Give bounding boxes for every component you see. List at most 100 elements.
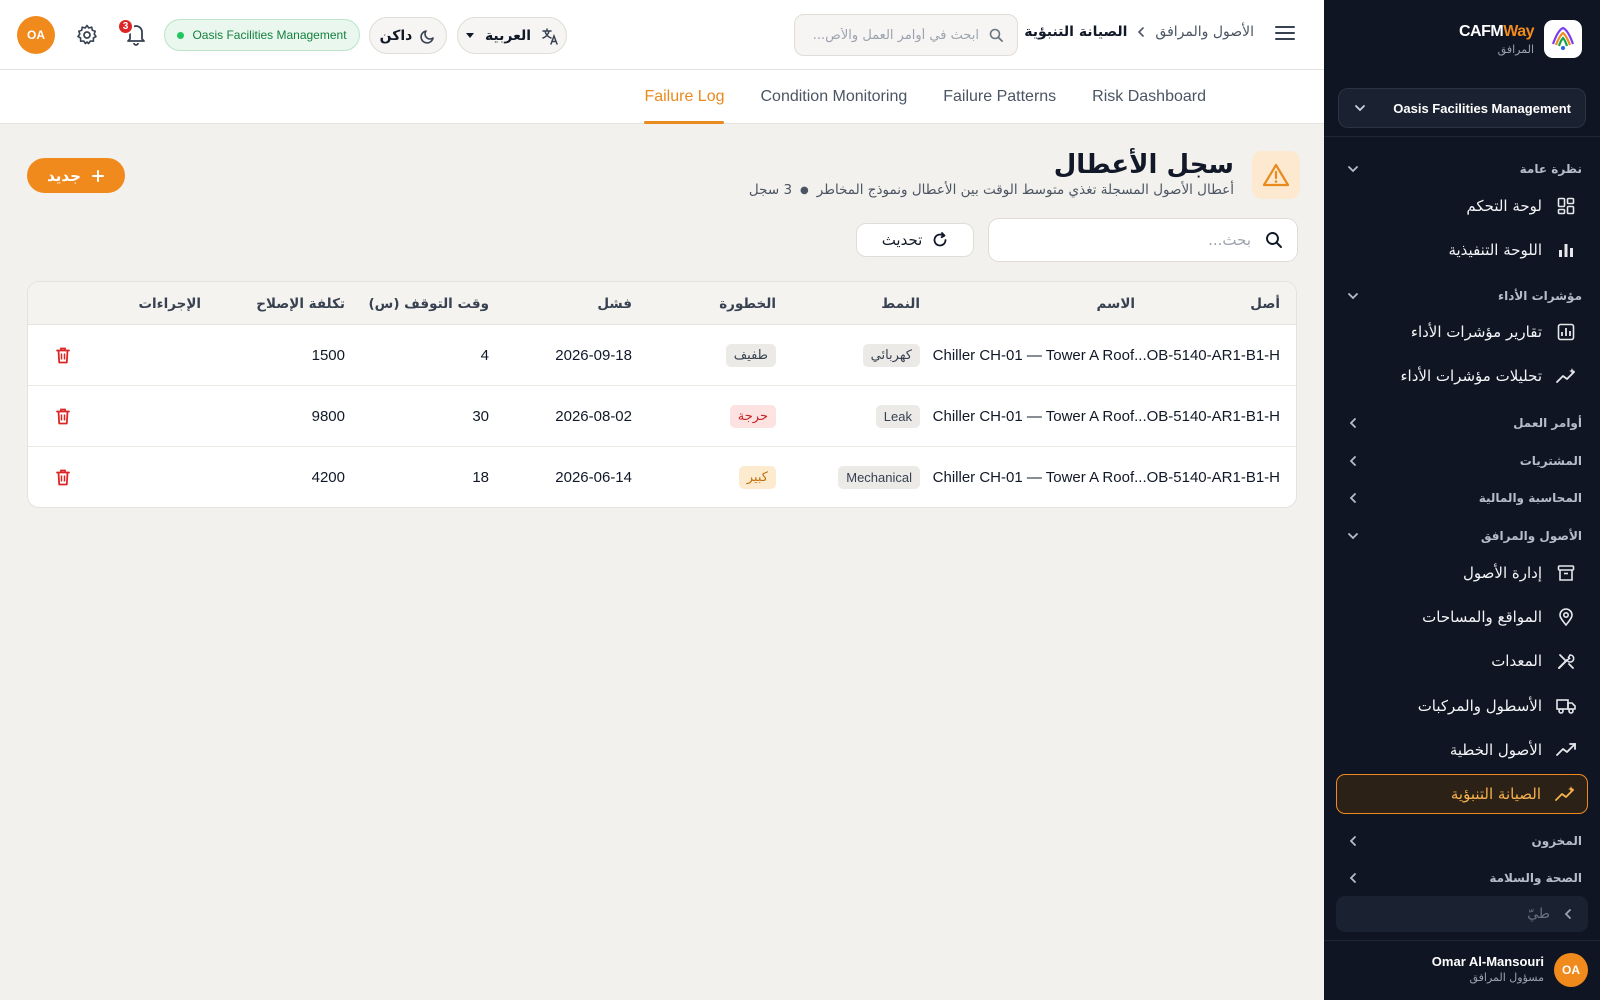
status-dot (177, 31, 185, 39)
tools-icon (1556, 651, 1576, 671)
tab-failure-patterns[interactable]: Failure Patterns (925, 70, 1074, 124)
trash-icon[interactable] (52, 467, 74, 489)
table-row[interactable]: Chiller CH-01 — Tower A Roof...OB-5140-A… (28, 325, 1296, 386)
warning-triangle-icon (1252, 151, 1300, 199)
tab-failure-log[interactable]: Failure Log (626, 70, 742, 124)
search-icon (1265, 231, 1283, 249)
sidebar-item-fleet[interactable]: الأسطول والمركبات (1336, 686, 1588, 726)
cell-downtime: 4 (480, 347, 489, 364)
nav-section-label: الصحة والسلامة (1489, 871, 1582, 885)
table-search[interactable] (988, 218, 1298, 262)
menu-icon[interactable] (1274, 23, 1296, 43)
cell-severity: طفيف (725, 325, 776, 386)
avatar[interactable]: OA (17, 16, 55, 54)
trash-icon[interactable] (52, 345, 74, 367)
new-record-label: جديد (47, 166, 81, 185)
user-profile[interactable]: OA Omar Al-Mansouri مسؤول المرافق (1336, 950, 1588, 990)
cell-repair-cost: 1500 (311, 347, 345, 364)
nav-section-label: المحاسبة والمالية (1478, 491, 1582, 505)
sidebar-item-label: إدارة الأصول (1463, 564, 1542, 582)
sidebar-item-dashboard[interactable]: لوحة التحكم (1336, 186, 1588, 226)
nav-section-finance[interactable]: المحاسبة والمالية (1346, 488, 1582, 508)
column-header-failure-date[interactable]: فشل (597, 282, 632, 325)
sidebar-collapse-button[interactable]: طيّ (1336, 896, 1588, 932)
sidebar-item-locations[interactable]: المواقع والمساحات (1336, 597, 1588, 637)
language-label: العربية (484, 27, 532, 44)
gear-icon[interactable] (76, 24, 98, 46)
sidebar-item-label: المعدات (1491, 652, 1542, 670)
type-badge: Mechanical (838, 466, 920, 489)
nav-section-procurement[interactable]: المشتريات (1346, 451, 1582, 471)
sidebar-item-executive[interactable]: اللوحة التنفيذية (1336, 230, 1588, 270)
column-header-repair-cost[interactable]: تكلفة الإصلاح (256, 282, 345, 325)
caret-down-icon (465, 32, 475, 40)
column-header-severity[interactable]: الخطورة (719, 282, 776, 325)
severity-badge: طفيف (725, 344, 776, 367)
sidebar-item-equipment[interactable]: المعدات (1336, 641, 1588, 681)
tab-risk-dashboard[interactable]: Risk Dashboard (1074, 70, 1224, 124)
nav-section-label: مؤشرات الأداء (1497, 289, 1582, 303)
cell-failure-date: 2026-08-02 (555, 408, 632, 425)
sidebar-item-label: الأسطول والمركبات (1417, 697, 1542, 715)
org-selector[interactable]: Oasis Facilities Management (1338, 88, 1586, 128)
refresh-label: تحديث (881, 231, 923, 249)
sidebar-item-predictive-maintenance[interactable]: الصيانة التنبؤية (1336, 774, 1588, 814)
cell-severity: كبير (738, 447, 776, 507)
trash-icon[interactable] (52, 406, 74, 428)
failure-log-table: أصل الاسم النمط الخطورة فشل وقت التوقف (… (27, 281, 1297, 508)
tab-condition-monitoring[interactable]: Condition Monitoring (742, 70, 925, 124)
sidebar-item-asset-management[interactable]: إدارة الأصول (1336, 553, 1588, 593)
chevron-left-icon (1135, 26, 1147, 38)
refresh-icon (932, 232, 948, 248)
column-header-actions: الإجراءات (138, 295, 201, 312)
brand[interactable]: CAFMWay المرافق (1342, 20, 1582, 60)
tabs: Failure Log Condition Monitoring Failure… (626, 70, 1224, 124)
sidebar-item-kpi-reports[interactable]: تقارير مؤشرات الأداء (1336, 312, 1588, 352)
separator-dot: ● (800, 184, 809, 196)
nav-section-label: نظرة عامة (1519, 162, 1582, 176)
theme-label: داكن (379, 27, 413, 44)
avatar: OA (1554, 953, 1588, 987)
sidebar: CAFMWay المرافق Oasis Facilities Managem… (1324, 0, 1600, 1000)
truck-icon (1556, 696, 1576, 716)
record-count: 3 سجل (748, 182, 793, 198)
severity-badge: كبير (738, 466, 776, 489)
column-header-name[interactable]: الاسم (1096, 282, 1135, 325)
sidebar-item-kpi-analytics[interactable]: تحليلات مؤشرات الأداء (1336, 356, 1588, 396)
nav-section-overview[interactable]: نظرة عامة (1346, 159, 1582, 179)
new-record-button[interactable]: جديد (27, 158, 125, 193)
chevron-left-icon (1346, 834, 1360, 848)
cell-failure-date: 2026-09-18 (555, 347, 632, 364)
language-selector[interactable]: العربية (457, 17, 567, 54)
chevron-down-icon (1346, 529, 1360, 543)
sidebar-divider (1324, 136, 1600, 137)
breadcrumb-parent[interactable]: الأصول والمرافق (1155, 24, 1254, 40)
column-header-type[interactable]: النمط (881, 282, 920, 325)
bar-chart-icon (1556, 240, 1576, 260)
brand-subtitle: المرافق (1497, 43, 1534, 56)
nav-section-label: المشتريات (1519, 454, 1582, 468)
table-search-input[interactable] (1011, 231, 1251, 249)
nav-section-hse[interactable]: الصحة والسلامة (1346, 868, 1582, 888)
column-header-downtime[interactable]: وقت التوقف (س) (369, 282, 489, 325)
sidebar-item-label: لوحة التحكم (1466, 197, 1542, 215)
sidebar-item-linear-assets[interactable]: الأصول الخطية (1336, 730, 1588, 770)
sidebar-item-label: تقارير مؤشرات الأداء (1410, 323, 1542, 341)
table-header: أصل الاسم النمط الخطورة فشل وقت التوقف (… (28, 282, 1296, 325)
nav-section-label: الأصول والمرافق (1480, 529, 1582, 543)
theme-toggle[interactable]: داكن (369, 17, 447, 54)
notification-count-badge: 3 (117, 18, 134, 35)
nav-section-work-orders[interactable]: أوامر العمل (1346, 413, 1582, 433)
global-search-input[interactable]: ابحث في أوامر العمل والأص... (794, 14, 1018, 56)
sidebar-item-label: المواقع والمساحات (1422, 608, 1542, 626)
refresh-button[interactable]: تحديث (856, 223, 974, 257)
table-row[interactable]: Chiller CH-01 — Tower A Roof...OB-5140-A… (28, 386, 1296, 447)
map-pin-icon (1556, 607, 1576, 627)
cell-downtime: 30 (472, 408, 489, 425)
column-header-asset[interactable]: أصل (1250, 282, 1280, 325)
table-row[interactable]: Chiller CH-01 — Tower A Roof...OB-5140-A… (28, 447, 1296, 507)
nav-section-inventory[interactable]: المخزون (1346, 831, 1582, 851)
nav-section-kpis[interactable]: مؤشرات الأداء (1346, 286, 1582, 306)
nav-section-assets[interactable]: الأصول والمرافق (1346, 526, 1582, 546)
global-search-placeholder: ابحث في أوامر العمل والأص... (812, 27, 979, 43)
